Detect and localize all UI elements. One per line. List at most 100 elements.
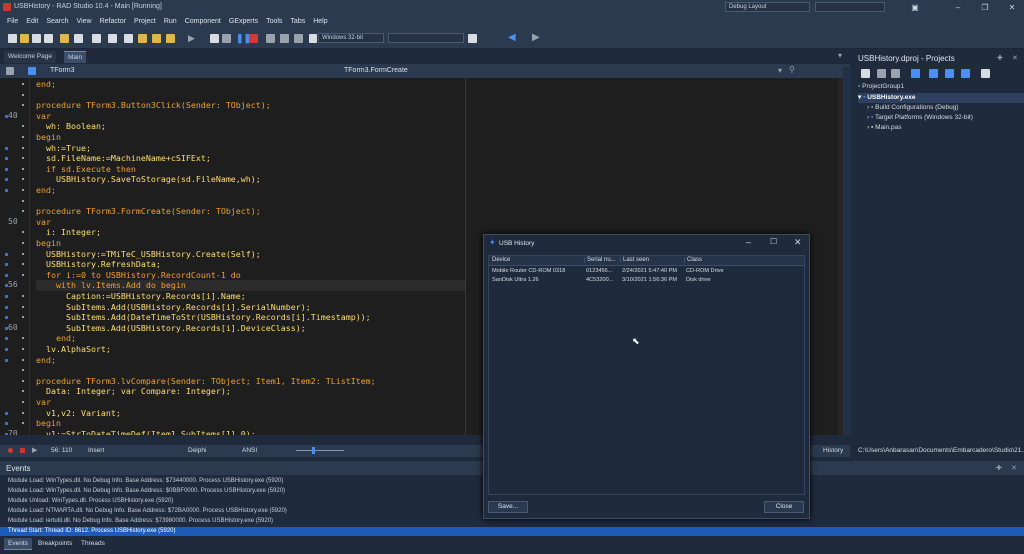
code-line[interactable]: procedure TForm3.FormCreate(Sender: TObj…: [36, 206, 836, 217]
platform-select[interactable]: Windows 32-bit: [318, 33, 384, 43]
remove-icon[interactable]: [891, 69, 900, 78]
breakpoint-marker[interactable]: [5, 263, 8, 267]
dialog-close-icon[interactable]: ✕: [794, 237, 802, 248]
zoom-slider[interactable]: [296, 450, 344, 451]
tree-item-main-pas[interactable]: › ▪ Main.pas: [867, 124, 901, 131]
code-line[interactable]: with lv.Items.Add do begin: [36, 280, 466, 291]
pin-icon[interactable]: ✚: [997, 54, 1003, 62]
breakpoint-marker[interactable]: [5, 326, 8, 330]
code-line[interactable]: wh:=True;: [36, 143, 836, 154]
run-menu-icon[interactable]: [210, 34, 219, 43]
layout-select[interactable]: Debug Layout: [725, 2, 810, 12]
breakpoint-marker[interactable]: [5, 305, 8, 309]
search-icon[interactable]: ⚲: [789, 65, 795, 74]
method-combo[interactable]: TForm3.FormCreate: [344, 67, 408, 74]
close-icon[interactable]: ✕: [1002, 2, 1022, 13]
breakpoint-marker[interactable]: [5, 252, 8, 256]
menu-tabs[interactable]: Tabs: [286, 15, 309, 25]
tab-welcome-page[interactable]: Welcome Page: [4, 51, 56, 63]
code-line[interactable]: procedure TForm3.Button3Click(Sender: TO…: [36, 100, 836, 111]
menu-view[interactable]: View: [73, 15, 96, 25]
event-line[interactable]: Thread Start: Thread ID: 8612. Process U…: [8, 528, 176, 534]
breakpoint-marker[interactable]: [5, 348, 8, 351]
breakpoint-marker[interactable]: [5, 337, 8, 341]
projects-scrollbar[interactable]: [843, 67, 851, 435]
zoom-thumb[interactable]: [312, 447, 315, 454]
new-form-icon[interactable]: [138, 34, 147, 43]
maximize-icon[interactable]: ❐: [975, 2, 995, 13]
code-line[interactable]: begin: [36, 132, 836, 143]
breakpoint-marker[interactable]: [5, 146, 8, 150]
close-button[interactable]: Close: [764, 501, 804, 513]
new-icon[interactable]: [8, 34, 17, 43]
view-form-icon[interactable]: [108, 34, 117, 43]
save-icon[interactable]: [32, 34, 41, 43]
menu-run[interactable]: Run: [160, 15, 181, 25]
menu-gexperts[interactable]: GExperts: [225, 15, 262, 25]
breakpoint-marker[interactable]: [5, 295, 8, 298]
menu-search[interactable]: Search: [42, 15, 72, 25]
options-icon[interactable]: [166, 34, 175, 43]
folder-icon[interactable]: [152, 34, 161, 43]
sync-icon[interactable]: [911, 69, 920, 78]
history-icon[interactable]: [6, 67, 14, 75]
breakpoint-marker[interactable]: [5, 167, 8, 171]
column-last-seen[interactable]: Last seen: [620, 257, 649, 263]
stop-macro-icon[interactable]: [20, 448, 25, 453]
view-icon[interactable]: [945, 69, 954, 78]
breakpoint-marker[interactable]: [5, 273, 8, 277]
device-icon[interactable]: [468, 34, 477, 43]
tree-item-project-group[interactable]: ▪ ProjectGroup1: [858, 83, 904, 90]
method-combo-arrow-icon[interactable]: ▾: [778, 66, 782, 75]
close-panel-icon[interactable]: ✕: [1011, 464, 1017, 472]
breakpoint-marker[interactable]: [5, 157, 8, 161]
dialog-minimize-icon[interactable]: –: [746, 237, 751, 247]
run-to-cursor-icon[interactable]: [294, 34, 303, 43]
column-serial[interactable]: Serial nu...: [584, 257, 616, 263]
breakpoint-marker[interactable]: [5, 178, 8, 182]
toggle-icon[interactable]: [124, 34, 133, 43]
breakpoint-marker[interactable]: [5, 422, 8, 426]
event-line[interactable]: Module Load: iertutil.dll. No Debug Info…: [8, 518, 273, 524]
tab-threads[interactable]: Threads: [81, 540, 105, 547]
sort-icon[interactable]: [929, 69, 938, 78]
class-combo[interactable]: TForm3: [50, 67, 75, 74]
code-line[interactable]: USBHistory.SaveToStorage(sd.FileName,wh)…: [36, 174, 836, 185]
menu-refactor[interactable]: Refactor: [96, 15, 130, 25]
column-device[interactable]: Device: [492, 257, 510, 263]
ide-search-input[interactable]: [815, 2, 885, 12]
save-all-icon[interactable]: [44, 34, 53, 43]
breakpoint-marker[interactable]: [5, 114, 8, 118]
menu-help[interactable]: Help: [309, 15, 331, 25]
add-icon[interactable]: [877, 69, 886, 78]
tab-main[interactable]: Main: [64, 51, 87, 63]
code-line[interactable]: wh: Boolean;: [36, 121, 836, 132]
dialog-maximize-icon[interactable]: ☐: [770, 237, 777, 246]
tab-list-icon[interactable]: ▾: [838, 51, 842, 60]
tab-events[interactable]: Events: [4, 538, 32, 550]
code-line[interactable]: end;: [36, 79, 836, 90]
code-line[interactable]: sd.FileName:=MachineName+cSIFExt;: [36, 153, 836, 164]
breakpoint-marker[interactable]: [5, 411, 8, 415]
step-icon[interactable]: [222, 34, 231, 43]
breakpoint-marker[interactable]: [5, 284, 8, 288]
code-line[interactable]: var: [36, 217, 836, 228]
project-toolbar-icon[interactable]: [861, 69, 870, 78]
tree-item-build-config[interactable]: › ▪ Build Configurations (Debug): [867, 104, 959, 111]
run-icon[interactable]: ▶: [188, 33, 195, 44]
device-list[interactable]: Device Serial nu... Last seen Class Mobi…: [488, 255, 805, 495]
tree-item-target-platforms[interactable]: › ▪ Target Platforms (Windows 32-bit): [867, 114, 973, 121]
breakpoint-marker[interactable]: [5, 432, 8, 435]
menu-component[interactable]: Component: [181, 15, 225, 25]
forward-icon[interactable]: ▶: [532, 32, 540, 43]
code-line[interactable]: if sd.Execute then: [36, 164, 836, 175]
event-line[interactable]: Module Unload: WinTypes.dll. Process USB…: [8, 498, 173, 504]
list-row[interactable]: SanDisk Ultra 1.26 4C53200... 3/10/2021 …: [489, 276, 804, 286]
step-over-icon[interactable]: [280, 34, 289, 43]
menu-tools[interactable]: Tools: [262, 15, 286, 25]
expand-icon[interactable]: [961, 69, 970, 78]
minimize-icon[interactable]: –: [948, 2, 968, 13]
config-select[interactable]: [388, 33, 464, 43]
stop-icon[interactable]: [249, 34, 258, 43]
play-macro-icon[interactable]: ▶: [32, 446, 37, 454]
